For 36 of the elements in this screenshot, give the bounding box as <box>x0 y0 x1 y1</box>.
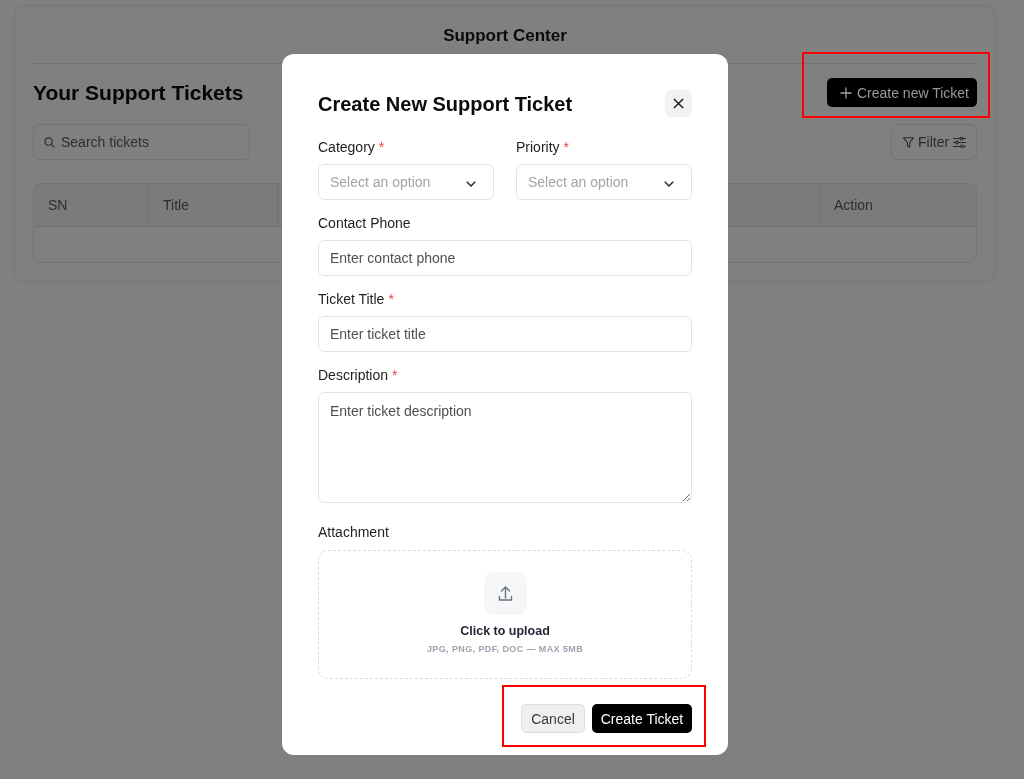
column-header: Title <box>148 184 277 226</box>
filter-button[interactable]: Filter <box>891 124 977 160</box>
input-field[interactable]: Enter ticket title <box>318 316 692 352</box>
required-asterisk: * <box>388 291 394 308</box>
funnel-icon <box>903 136 914 148</box>
field-label: Ticket Title <box>318 291 385 308</box>
search-field[interactable]: Search tickets <box>33 124 250 160</box>
upload-dropzone[interactable]: Click to upload JPG, PNG, PDF, DOC — MAX 5MB <box>318 550 692 679</box>
page-heading: Your Support Tickets <box>33 79 244 106</box>
column-header: SN <box>47 196 69 215</box>
field-label: Priority <box>516 139 560 156</box>
create-ticket-button[interactable]: Create new Ticket <box>827 78 977 107</box>
field-label: Attachment <box>318 524 389 541</box>
field-label: Description <box>318 367 389 384</box>
plus-icon <box>840 85 852 100</box>
close-button[interactable] <box>665 90 692 117</box>
dialog-title: Create New Support Ticket <box>318 91 573 116</box>
field-label: Category <box>318 139 375 156</box>
cancel-button[interactable]: Cancel <box>521 704 585 733</box>
chevron-down-icon <box>664 181 674 187</box>
required-asterisk: * <box>392 367 398 384</box>
upload-title: Click to upload <box>460 624 550 639</box>
create-ticket-submit-button[interactable]: Create Ticket <box>592 704 692 733</box>
sliders-icon <box>953 136 967 148</box>
field-label: Contact Phone <box>318 215 411 232</box>
close-icon <box>673 98 684 109</box>
upload-hint: JPG, PNG, PDF, DOC — MAX 5MB <box>426 644 584 655</box>
column-header: Action <box>819 184 976 226</box>
search-icon <box>44 137 55 148</box>
input-field[interactable]: Enter contact phone <box>318 240 692 276</box>
textarea-field[interactable]: Enter ticket description <box>318 392 692 503</box>
required-asterisk: * <box>378 139 385 156</box>
chevron-down-icon <box>466 181 476 187</box>
upload-icon <box>483 572 527 615</box>
required-asterisk: * <box>563 139 569 156</box>
page-title: Support Center <box>443 25 567 47</box>
